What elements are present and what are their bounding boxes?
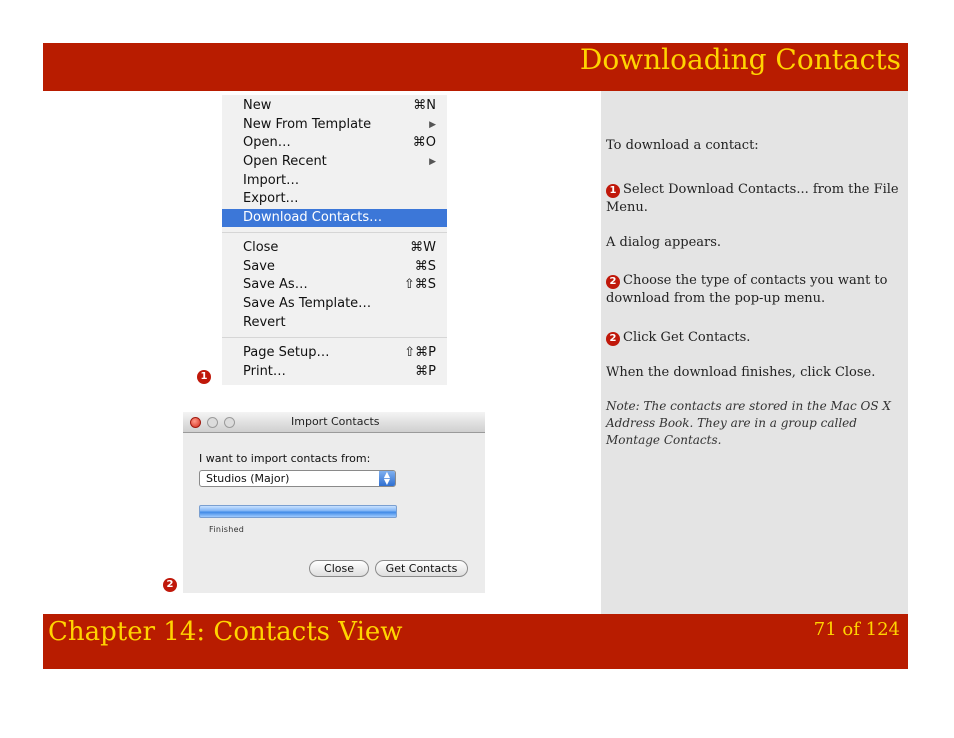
menu-item-label: Print…: [243, 364, 286, 379]
menu-item-label: Import…: [243, 173, 300, 188]
contact-source-popup[interactable]: Studios (Major) ▲ ▼: [199, 470, 396, 487]
menu-item-close[interactable]: Close ⌘W: [222, 239, 447, 257]
finish-text: When the download finishes, click Close.: [606, 365, 876, 380]
dialog-title: Import Contacts: [291, 415, 380, 428]
submenu-arrow-icon: ▶: [429, 120, 436, 130]
status-text: Finished: [209, 525, 245, 534]
submenu-arrow-icon: ▶: [429, 157, 436, 167]
menu-item-label: Close: [243, 240, 279, 255]
menu-item-open[interactable]: Open… ⌘O: [222, 134, 447, 152]
menu-item-label: Download Contacts…: [243, 210, 383, 225]
progress-fill: [200, 506, 396, 517]
page-title: Downloading Contacts: [579, 43, 901, 76]
menu-item-shortcut: ⇧⌘P: [404, 345, 436, 360]
note-text: Note: The contacts are stored in the Mac…: [606, 399, 891, 447]
menu-item-label: Open Recent: [243, 154, 327, 169]
step-number-2: 2: [606, 275, 620, 289]
step-3-text: Click Get Contacts.: [623, 330, 751, 345]
menu-item-shortcut: ⌘S: [414, 259, 436, 274]
popup-arrows-icon: ▲ ▼: [379, 471, 395, 486]
menu-item-print[interactable]: Print… ⌘P: [222, 363, 447, 381]
menu-item-label: Revert: [243, 315, 286, 330]
menu-item-label: Save As…: [243, 277, 308, 292]
menu-item-label: New: [243, 98, 272, 113]
menu-separator: [222, 337, 447, 338]
step-1-text: Select Download Contacts... from the Fil…: [606, 182, 899, 215]
menu-item-new-from-template[interactable]: New From Template ▶: [222, 116, 447, 134]
menu-item-revert[interactable]: Revert: [222, 314, 447, 332]
menu-item-save-as-template[interactable]: Save As Template…: [222, 295, 447, 313]
get-contacts-button[interactable]: Get Contacts: [375, 560, 468, 577]
menu-item-shortcut: ⌘N: [413, 98, 436, 113]
chapter-title: Chapter 14: Contacts View: [48, 617, 403, 647]
menu-item-open-recent[interactable]: Open Recent ▶: [222, 153, 447, 171]
menu-item-label: Open…: [243, 135, 291, 150]
menu-item-shortcut: ⇧⌘S: [403, 277, 436, 292]
menu-item-shortcut: ⌘P: [415, 364, 436, 379]
step-number-1: 1: [606, 184, 620, 198]
menu-item-label: Save: [243, 259, 275, 274]
footer-bar: Chapter 14: Contacts View 71 of 124: [43, 614, 908, 669]
callout-2: 2: [163, 578, 177, 592]
menu-item-save[interactable]: Save ⌘S: [222, 258, 447, 276]
menu-item-shortcut: ⌘O: [412, 135, 436, 150]
menu-item-save-as[interactable]: Save As… ⇧⌘S: [222, 276, 447, 294]
step-2-text: Choose the type of contacts you want to …: [606, 273, 888, 306]
menu-item-label: Save As Template…: [243, 296, 372, 311]
import-contacts-dialog: Import Contacts I want to import contact…: [183, 412, 485, 593]
menu-item-export[interactable]: Export…: [222, 190, 447, 208]
step-3: 2 Click Get Contacts.: [606, 329, 902, 347]
menu-item-page-setup[interactable]: Page Setup… ⇧⌘P: [222, 344, 447, 362]
dialog-titlebar[interactable]: Import Contacts: [183, 412, 485, 433]
popup-value: Studios (Major): [206, 472, 290, 485]
page-number: 71 of 124: [813, 619, 900, 640]
progress-bar: [199, 505, 397, 518]
callout-1: 1: [197, 370, 211, 384]
menu-item-label: Page Setup…: [243, 345, 330, 360]
intro-text: To download a contact:: [606, 138, 759, 153]
instructions-panel: To download a contact: 1 Select Download …: [601, 91, 908, 614]
menu-item-new[interactable]: New ⌘N: [222, 97, 447, 115]
menu-item-shortcut: ⌘W: [410, 240, 436, 255]
step-number-3: 2: [606, 332, 620, 346]
import-source-label: I want to import contacts from:: [199, 452, 371, 465]
step-1: 1 Select Download Contacts... from the Fi…: [606, 181, 902, 217]
header-bar: Downloading Contacts: [43, 43, 908, 91]
menu-item-download-contacts[interactable]: Download Contacts…: [222, 209, 447, 227]
menu-item-label: Export…: [243, 191, 299, 206]
menu-separator: [222, 232, 447, 233]
menu-item-label: New From Template: [243, 117, 372, 132]
menu-item-import[interactable]: Import…: [222, 172, 447, 190]
step-2: 2 Choose the type of contacts you want to…: [606, 272, 902, 308]
dialog-appears-text: A dialog appears.: [606, 235, 722, 250]
close-button[interactable]: Close: [309, 560, 369, 577]
file-menu: New ⌘N New From Template ▶ Open… ⌘O Open…: [222, 95, 447, 385]
